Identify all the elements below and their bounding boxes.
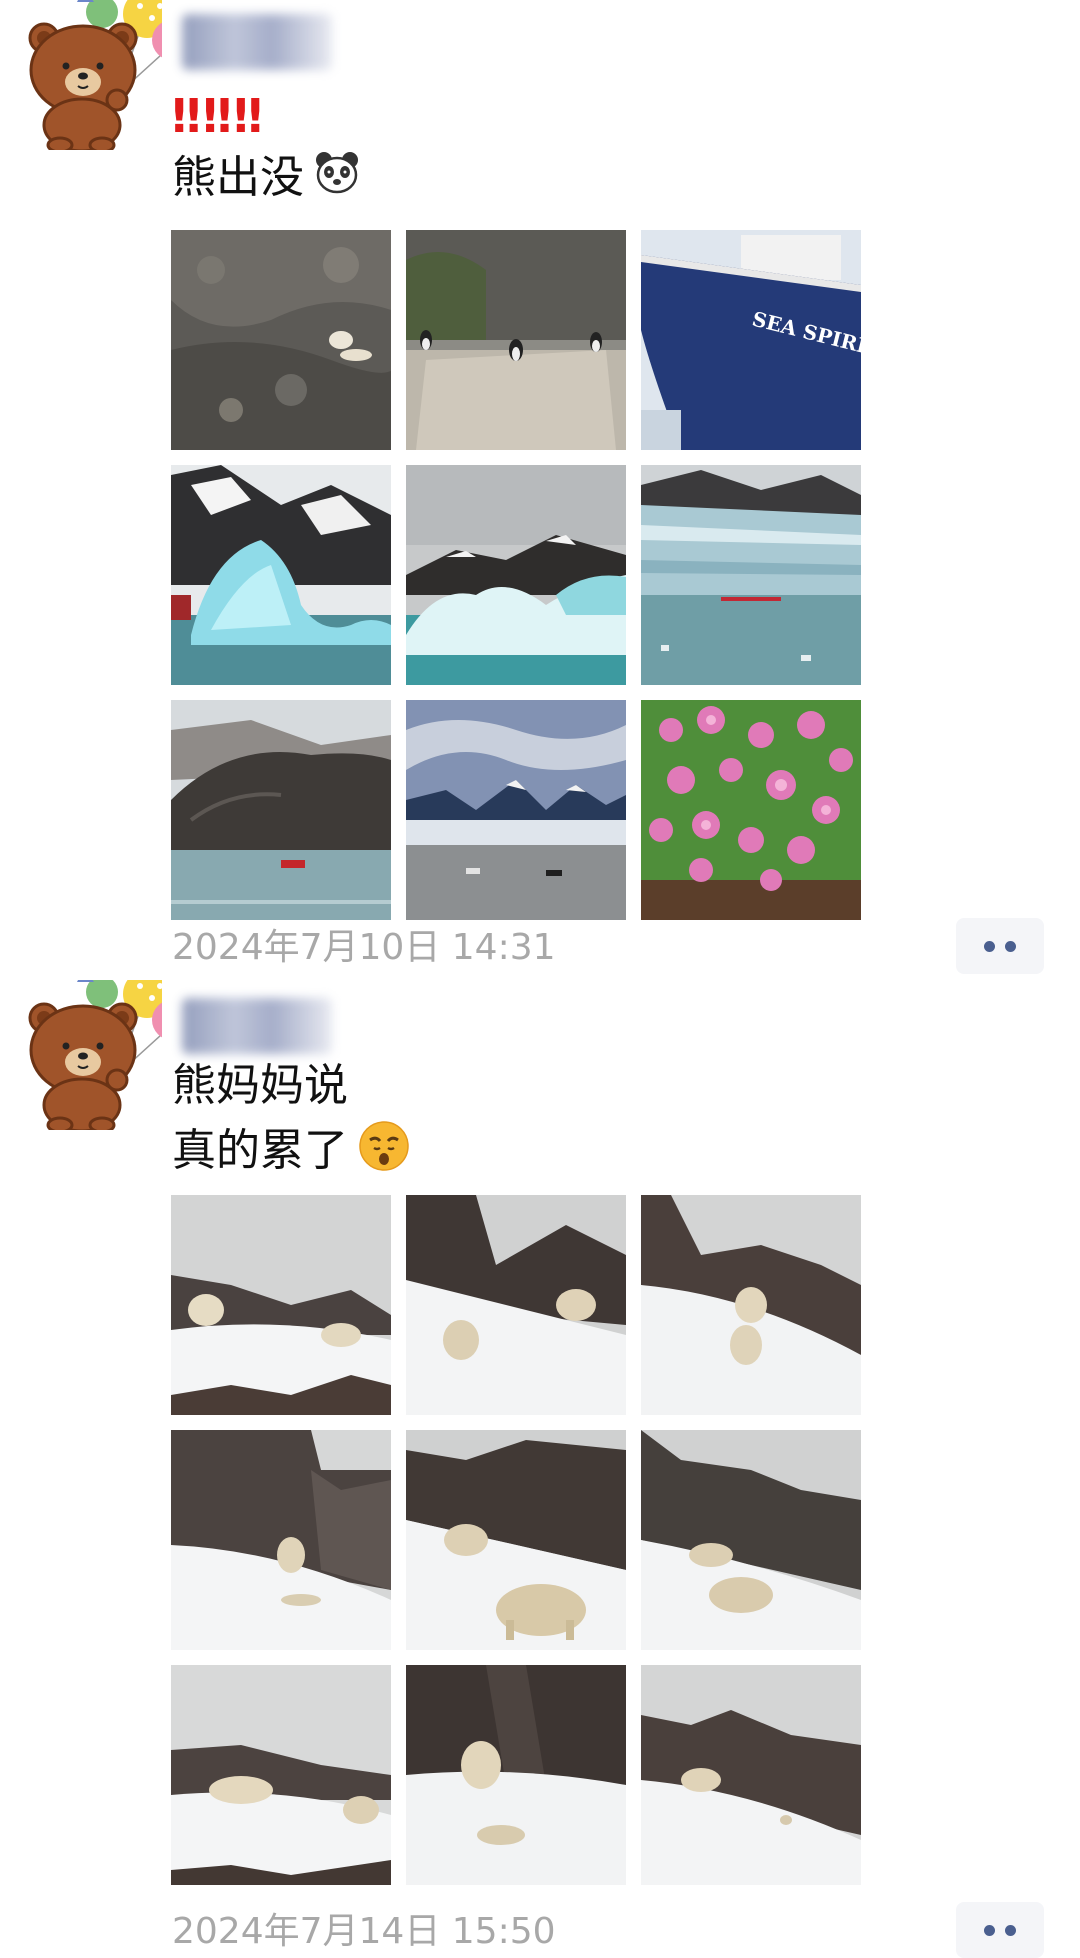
polar-bears-snow-image	[641, 1665, 861, 1885]
username-blurred[interactable]	[182, 998, 332, 1054]
photo-thumbnail[interactable]	[406, 465, 626, 685]
photo-thumbnail[interactable]	[171, 1430, 391, 1650]
zodiac-boat-headland-image	[171, 700, 391, 920]
ice-floe-cloudy-peaks-image	[406, 465, 626, 685]
bear-avatar-icon	[22, 0, 162, 150]
dot-icon	[984, 1924, 995, 1936]
post-text-line: 熊妈妈说	[172, 1060, 348, 1111]
post-text: 真的累了	[172, 1125, 348, 1176]
dot-icon	[1005, 1924, 1016, 1936]
avatar[interactable]	[22, 980, 162, 1130]
sleepy-face-icon	[358, 1120, 410, 1186]
dot-icon	[984, 940, 995, 952]
polar-bears-snow-image	[171, 1665, 391, 1885]
photo-thumbnail[interactable]	[641, 1430, 861, 1650]
photo-thumbnail[interactable]	[406, 1665, 626, 1885]
photo-grid	[171, 1195, 861, 1885]
polar-bears-snow-image	[641, 1430, 861, 1650]
photo-thumbnail[interactable]	[406, 230, 626, 450]
post-text-line: 熊出没	[172, 150, 360, 210]
photo-thumbnail[interactable]	[171, 1665, 391, 1885]
photo-thumbnail[interactable]	[406, 1195, 626, 1415]
photo-thumbnail[interactable]	[406, 700, 626, 920]
post-timestamp: 2024年7月14日 15:50	[172, 1911, 556, 1952]
photo-thumbnail[interactable]	[641, 1195, 861, 1415]
more-options-button[interactable]	[956, 918, 1044, 974]
post-text-line: ‼‼‼	[172, 89, 265, 143]
polar-bears-snow-image	[171, 1430, 391, 1650]
photo-thumbnail[interactable]	[171, 230, 391, 450]
photo-thumbnail[interactable]	[171, 465, 391, 685]
dot-icon	[1005, 940, 1016, 952]
post-timestamp: 2024年7月10日 14:31	[172, 927, 556, 968]
polar-bears-snow-image	[406, 1195, 626, 1415]
photo-thumbnail[interactable]	[171, 1195, 391, 1415]
photo-thumbnail[interactable]	[641, 700, 861, 920]
blue-iceberg-image	[171, 465, 391, 685]
photo-grid: SEA SPIRIT	[171, 230, 861, 920]
post-text-line: 真的累了	[172, 1120, 410, 1186]
polar-bears-snow-image	[406, 1430, 626, 1650]
photo-thumbnail[interactable]	[641, 465, 861, 685]
glacier-front-kayaks-image	[641, 465, 861, 685]
photo-thumbnail[interactable]	[406, 1430, 626, 1650]
photo-thumbnail[interactable]	[641, 1665, 861, 1885]
username-blurred[interactable]	[182, 14, 332, 70]
photo-thumbnail[interactable]	[171, 700, 391, 920]
polar-bears-snow-image	[641, 1195, 861, 1415]
polar-bear-face-icon	[314, 150, 360, 210]
polar-bears-snow-image	[406, 1665, 626, 1885]
pink-moss-campion-flowers-image	[641, 700, 861, 920]
photo-thumbnail[interactable]: SEA SPIRIT	[641, 230, 861, 450]
bear-avatar-icon	[22, 980, 162, 1130]
sea-spirit-ship-bow-image: SEA SPIRIT	[641, 230, 861, 450]
avatar[interactable]	[22, 0, 162, 150]
post-text: 熊出没	[172, 152, 304, 203]
more-options-button[interactable]	[956, 1902, 1044, 1958]
polar-bears-snow-image	[171, 1195, 391, 1415]
puffins-on-rocks-image	[406, 230, 626, 450]
rocky-cliff-polar-bear-image	[171, 230, 391, 450]
snowy-peaks-bay-image	[406, 700, 626, 920]
